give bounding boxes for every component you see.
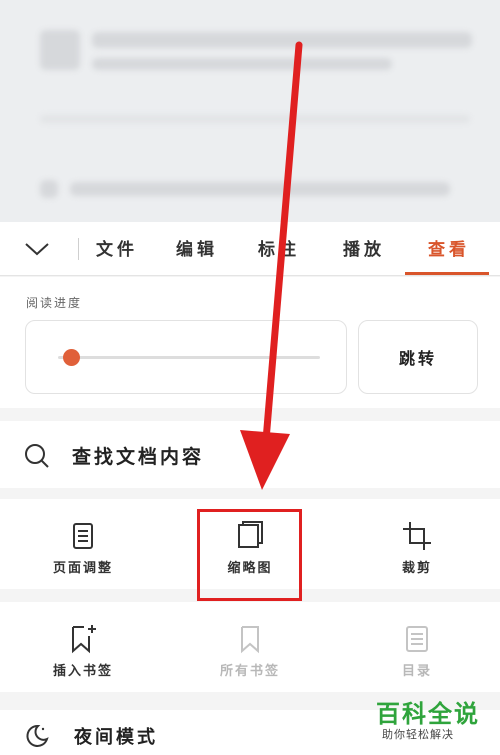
toc-icon — [406, 626, 428, 652]
page-adjust-label: 页面调整 — [52, 561, 113, 576]
tools-row-2: 插入书签 所有书签 目录 — [0, 602, 500, 692]
blurred-text-line — [70, 182, 450, 196]
blurred-text-line — [92, 32, 472, 48]
tab-view[interactable]: 查看 — [428, 235, 470, 260]
table-of-contents-label: 目录 — [401, 664, 432, 679]
tab-play[interactable]: 播放 — [343, 235, 385, 260]
crop-button[interactable]: 裁剪 — [334, 499, 500, 589]
watermark-subtitle: 助你轻松解决 — [382, 728, 454, 741]
bookmark-icon — [241, 626, 259, 654]
bookmark-add-icon — [72, 625, 96, 654]
chevron-down-icon[interactable] — [24, 238, 50, 260]
thumbnail-highlight-box — [197, 509, 302, 601]
all-bookmarks-button[interactable]: 所有书签 — [167, 602, 333, 692]
blurred-text-line — [40, 115, 470, 123]
tab-file[interactable]: 文件 — [96, 235, 138, 260]
blurred-avatar — [40, 30, 80, 70]
active-tab-indicator — [405, 272, 489, 275]
insert-bookmark-label: 插入书签 — [52, 664, 113, 679]
search-icon — [25, 444, 49, 468]
tab-annotate[interactable]: 标注 — [258, 235, 300, 260]
blurred-text-line — [92, 58, 392, 70]
page-adjust-icon — [73, 523, 93, 549]
crop-icon — [403, 522, 431, 550]
watermark-title: 百科全说 — [376, 700, 480, 728]
insert-bookmark-button[interactable]: 插入书签 — [0, 602, 166, 692]
reading-progress-label: 阅读进度 — [26, 296, 83, 310]
watermark: 百科全说 助你轻松解决 — [372, 694, 492, 746]
blurred-bullet — [40, 180, 58, 198]
table-of-contents-button[interactable]: 目录 — [334, 602, 500, 692]
slider-track — [58, 356, 320, 359]
search-document-row[interactable]: 查找文档内容 — [0, 421, 500, 488]
slider-knob[interactable] — [62, 349, 80, 366]
night-mode-label: 夜间模式 — [74, 727, 158, 748]
page-adjust-button[interactable]: 页面调整 — [0, 499, 166, 589]
view-menu-sheet: 文件 编辑 标注 播放 查看 阅读进度 跳转 查找文档内容 页面调整 缩略图 裁… — [0, 222, 500, 755]
tab-bar: 文件 编辑 标注 播放 查看 — [0, 222, 500, 276]
all-bookmarks-label: 所有书签 — [219, 664, 280, 679]
jump-button[interactable]: 跳转 — [358, 320, 478, 394]
crop-label: 裁剪 — [401, 561, 432, 576]
reading-progress-slider[interactable] — [25, 320, 347, 394]
tab-edit[interactable]: 编辑 — [176, 235, 218, 260]
document-background — [0, 0, 500, 225]
tab-divider — [78, 238, 79, 260]
search-document-label: 查找文档内容 — [72, 446, 205, 468]
moon-icon — [26, 724, 49, 747]
